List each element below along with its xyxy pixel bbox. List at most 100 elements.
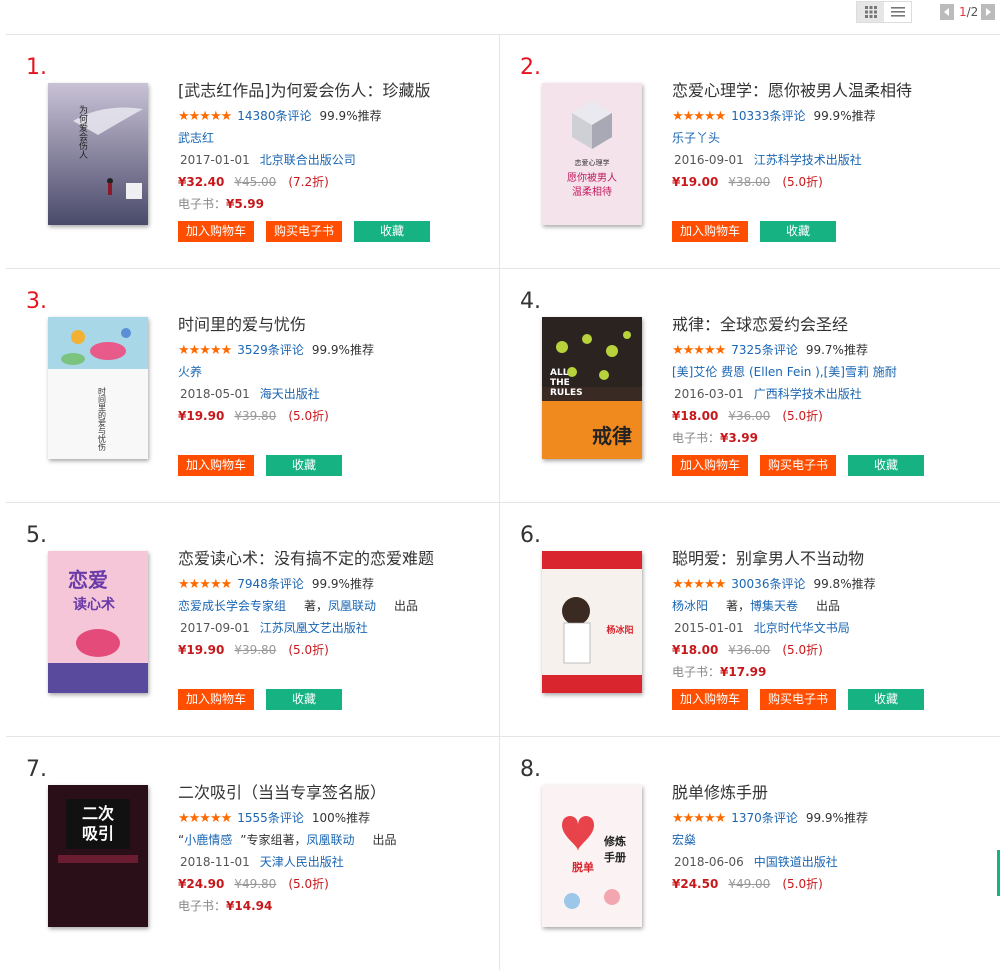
favorite-button[interactable]: 收藏	[848, 689, 924, 710]
product-row: 5. 恋爱 读心术 恋爱读心术：没有搞不定的恋爱难题 ★★★★★ 7948条评论 9…	[6, 502, 1000, 736]
grid-view-icon[interactable]	[857, 2, 884, 22]
product-grid: 1. 为何爱会伤人 [武志红作品]为何爱会伤人：珍藏版 ★★★★★ 14380条评…	[6, 34, 1000, 970]
author-link[interactable]: 小鹿情感	[184, 833, 232, 847]
discount: (5.0折)	[288, 643, 329, 657]
view-toggle	[856, 1, 912, 23]
rank-number: 3.	[26, 289, 47, 314]
ebook-label: 电子书：	[672, 431, 721, 445]
book-cover[interactable]: 时间里的爱与忧伤	[48, 317, 148, 459]
author-link[interactable]: 武志红	[178, 131, 214, 145]
author-link-2[interactable]: 凤凰联动	[328, 599, 376, 613]
publisher-link[interactable]: 海天出版社	[260, 387, 320, 401]
book-title[interactable]: 恋爱读心术：没有搞不定的恋爱难题	[178, 549, 478, 573]
book-title[interactable]: 戒律：全球恋爱约会圣经	[672, 315, 972, 339]
add-to-cart-button[interactable]: 加入购物车	[672, 221, 748, 242]
original-price: ¥49.00	[728, 877, 771, 891]
publish-date: 2017-01-01	[180, 153, 250, 167]
rating-stars: ★★★★★	[178, 343, 232, 358]
cover-en-2: THE	[550, 378, 570, 388]
product-row: 3. 时间里的爱与忧伤 时间里的爱与忧伤 ★★★★★ 3529条评论 99.9%推荐…	[6, 268, 1000, 502]
review-count[interactable]: 7325条评论	[731, 343, 798, 357]
product-card: 6. 杨冰阳 聪明爱：别拿男人不当动物 ★★★★★ 30036条评论 99.8%推荐…	[500, 503, 994, 736]
book-title[interactable]: 二次吸引（当当专享签名版）	[178, 783, 478, 807]
add-to-cart-button[interactable]: 加入购物车	[672, 689, 748, 710]
author-link[interactable]: [美]艾伦 费恩 (Ellen Fein ),[美]雪莉 施耐	[672, 365, 897, 379]
cover-en-1: ALL	[550, 368, 569, 378]
add-to-cart-button[interactable]: 加入购物车	[672, 455, 748, 476]
publisher-link[interactable]: 北京时代华文书局	[754, 621, 850, 635]
product-card: 8. 脱单 修炼 手册 脱单修炼手册 ★★★★★ 1370条评论 99.9%推荐 宏…	[500, 737, 994, 970]
author-link[interactable]: 火养	[178, 365, 202, 379]
prev-page-icon[interactable]	[940, 4, 954, 20]
author-group: ”专家组	[240, 833, 283, 847]
original-price: ¥39.80	[234, 643, 277, 657]
rating-stars: ★★★★★	[672, 811, 726, 826]
book-title[interactable]: 时间里的爱与忧伤	[178, 315, 478, 339]
rating-stars: ★★★★★	[672, 577, 726, 592]
book-cover[interactable]: 恋爱心理学 愿你被男人 温柔相待	[542, 83, 642, 225]
publish-date: 2017-09-01	[180, 621, 250, 635]
rating-stars: ★★★★★	[672, 109, 726, 124]
author-link[interactable]: 宏燊	[672, 833, 696, 847]
next-page-icon[interactable]	[981, 4, 996, 20]
review-count[interactable]: 1370条评论	[731, 811, 798, 825]
publisher-link[interactable]: 江苏凤凰文艺出版社	[260, 621, 368, 635]
book-title[interactable]: [武志红作品]为何爱会伤人：珍藏版	[178, 81, 478, 105]
buy-ebook-button[interactable]: 购买电子书	[266, 221, 342, 242]
buy-ebook-button[interactable]: 购买电子书	[760, 689, 836, 710]
book-cover[interactable]: 恋爱 读心术	[48, 551, 148, 693]
book-info: 时间里的爱与忧伤 ★★★★★ 3529条评论 99.9%推荐 火养 2018-05-…	[178, 315, 478, 427]
discount: (7.2折)	[288, 175, 329, 189]
product-card: 3. 时间里的爱与忧伤 时间里的爱与忧伤 ★★★★★ 3529条评论 99.9%推荐…	[6, 269, 500, 502]
book-title[interactable]: 恋爱心理学：愿你被男人温柔相待	[672, 81, 972, 105]
cover-title: 二次	[82, 804, 114, 823]
publisher-link[interactable]: 天津人民出版社	[260, 855, 344, 869]
author-link[interactable]: 杨冰阳	[672, 599, 708, 613]
favorite-button[interactable]: 收藏	[848, 455, 924, 476]
recommend-rate: 99.9%推荐	[311, 343, 374, 357]
book-title[interactable]: 脱单修炼手册	[672, 783, 972, 807]
book-title[interactable]: 聪明爱：别拿男人不当动物	[672, 549, 972, 573]
author-link-2[interactable]: 凤凰联动	[306, 833, 354, 847]
favorite-button[interactable]: 收藏	[354, 221, 430, 242]
author-link[interactable]: 乐子丫头	[672, 131, 720, 145]
book-cover[interactable]: 脱单 修炼 手册	[542, 785, 642, 927]
book-info: [武志红作品]为何爱会伤人：珍藏版 ★★★★★ 14380条评论 99.9%推荐 武…	[178, 81, 478, 215]
review-count[interactable]: 30036条评论	[731, 577, 805, 591]
rating-stars: ★★★★★	[178, 577, 232, 592]
pager: 1/2	[940, 2, 996, 22]
product-card: 5. 恋爱 读心术 恋爱读心术：没有搞不定的恋爱难题 ★★★★★ 7948条评论 9…	[6, 503, 500, 736]
original-price: ¥36.00	[728, 409, 771, 423]
review-count[interactable]: 3529条评论	[237, 343, 304, 357]
author-link-2[interactable]: 博集天卷	[750, 599, 798, 613]
review-count[interactable]: 7948条评论	[237, 577, 304, 591]
recommend-rate: 100%推荐	[311, 811, 371, 825]
book-cover[interactable]: 为何爱会伤人	[48, 83, 148, 225]
book-cover[interactable]: 杨冰阳	[542, 551, 642, 693]
book-cover[interactable]: 二次 吸引	[48, 785, 148, 927]
publisher-link[interactable]: 中国铁道出版社	[754, 855, 838, 869]
add-to-cart-button[interactable]: 加入购物车	[178, 221, 254, 242]
product-card: 1. 为何爱会伤人 [武志红作品]为何爱会伤人：珍藏版 ★★★★★ 14380条评…	[6, 35, 500, 268]
review-count[interactable]: 10333条评论	[731, 109, 805, 123]
author-link[interactable]: 恋爱成长学会专家组	[178, 599, 286, 613]
add-to-cart-button[interactable]: 加入购物车	[178, 455, 254, 476]
list-view-icon[interactable]	[884, 2, 911, 22]
cover-title-2: 吸引	[82, 824, 114, 843]
ebook-price: ¥3.99	[720, 431, 758, 445]
cover-title: 愿你被男人	[567, 171, 617, 184]
book-cover[interactable]: ALL THE RULES 戒律	[542, 317, 642, 459]
favorite-button[interactable]: 收藏	[266, 455, 342, 476]
add-to-cart-button[interactable]: 加入购物车	[178, 689, 254, 710]
publisher-link[interactable]: 广西科学技术出版社	[754, 387, 862, 401]
rating-stars: ★★★★★	[178, 109, 232, 124]
favorite-button[interactable]: 收藏	[760, 221, 836, 242]
publisher-link[interactable]: 江苏科学技术出版社	[754, 153, 862, 167]
review-count[interactable]: 14380条评论	[237, 109, 311, 123]
toolbar: 1/2	[0, 0, 1000, 34]
favorite-button[interactable]: 收藏	[266, 689, 342, 710]
review-count[interactable]: 1555条评论	[237, 811, 304, 825]
publisher-link[interactable]: 北京联合出版公司	[260, 153, 356, 167]
buy-ebook-button[interactable]: 购买电子书	[760, 455, 836, 476]
price: ¥18.00	[672, 643, 719, 657]
